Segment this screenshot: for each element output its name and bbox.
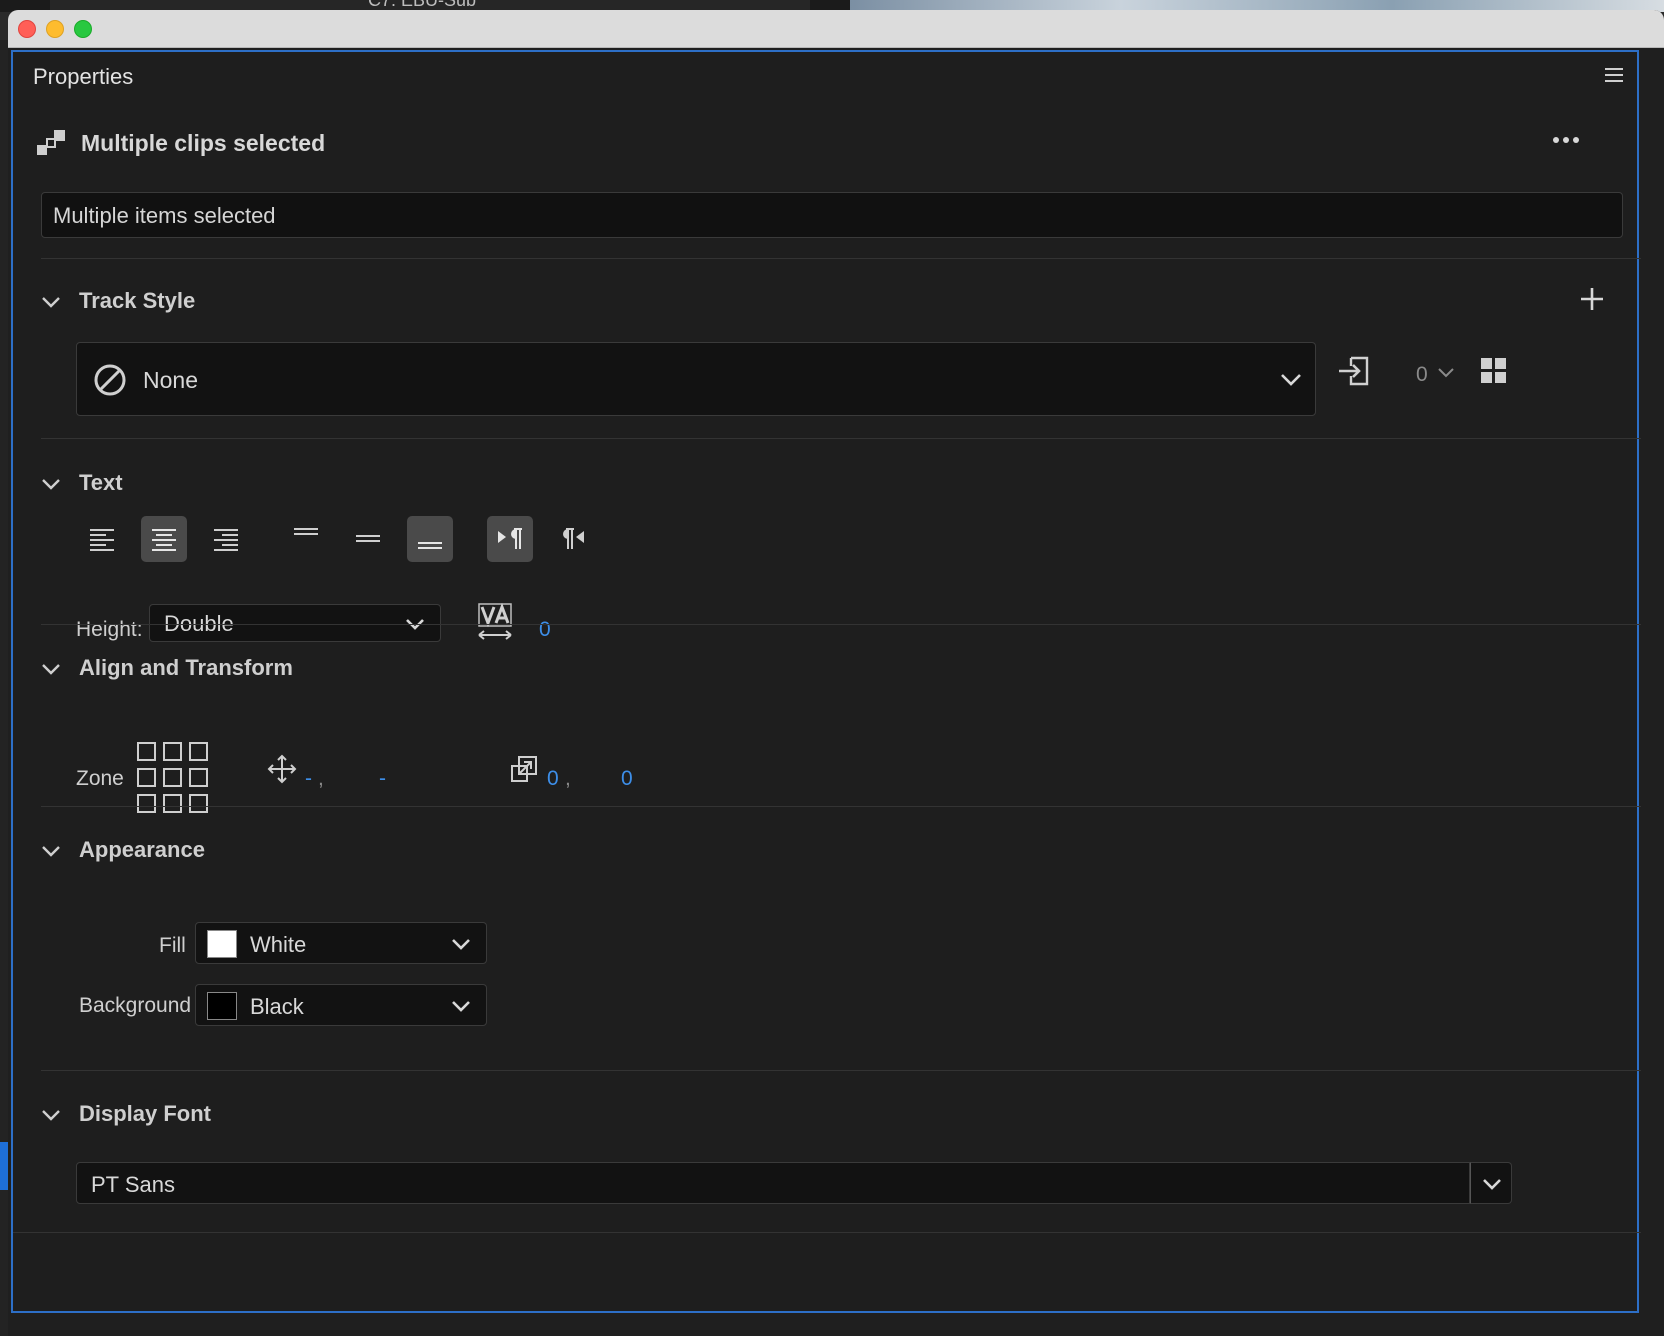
section-title-appearance: Appearance: [79, 837, 205, 862]
section-title-track-style: Track Style: [79, 288, 196, 313]
grid-view-icon[interactable]: [1481, 358, 1507, 384]
background-color-dropdown[interactable]: Black: [195, 984, 487, 1026]
none-icon: [94, 364, 126, 396]
chevron-down-icon[interactable]: [41, 474, 61, 494]
align-left-icon: [90, 529, 114, 551]
zone-middle-right[interactable]: [189, 768, 208, 787]
height-label: Height:: [76, 618, 143, 641]
chevron-down-icon: [1483, 1179, 1501, 1190]
text-alignment-toolbar: [79, 516, 619, 564]
chevron-down-icon[interactable]: [41, 841, 61, 861]
background-color-value: Black: [250, 994, 304, 1019]
display-font-dropdown-button[interactable]: [1470, 1162, 1512, 1204]
divider: [41, 438, 1641, 439]
position-move-icon: [267, 754, 297, 784]
text-section-header: Text: [41, 470, 1631, 500]
chevron-down-icon: [452, 1001, 470, 1012]
vertical-align-top-button[interactable]: [283, 516, 329, 562]
add-track-style-icon[interactable]: [1579, 286, 1605, 312]
display-font-section-header: Display Font: [41, 1101, 1631, 1131]
position-x-value[interactable]: -: [305, 767, 312, 791]
height-dropdown[interactable]: Double: [149, 604, 441, 642]
window-titlebar[interactable]: [8, 10, 1664, 48]
fill-label: Fill: [159, 934, 186, 957]
vertical-align-bottom-button[interactable]: [407, 516, 453, 562]
close-window-button[interactable]: [18, 20, 36, 38]
track-style-value: None: [143, 367, 198, 393]
more-options-icon[interactable]: [1553, 130, 1587, 150]
background-label: Background: [79, 994, 192, 1017]
vertical-align-middle-icon: [356, 535, 380, 542]
align-transform-section-header: Align and Transform: [41, 655, 1631, 685]
display-font-value: PT Sans: [91, 1172, 175, 1197]
divider: [41, 1070, 1641, 1071]
position-separator: ,: [318, 767, 324, 790]
zone-top-center[interactable]: [163, 742, 182, 761]
properties-panel: Properties Multiple clips selected Multi…: [11, 50, 1641, 1313]
divider: [13, 1232, 1641, 1233]
track-style-count[interactable]: 0: [1416, 363, 1428, 387]
minimize-window-button[interactable]: [46, 20, 64, 38]
zone-top-right[interactable]: [189, 742, 208, 761]
properties-window: Properties Multiple clips selected Multi…: [8, 10, 1664, 1336]
text-direction-ltr-icon: [498, 528, 522, 549]
section-title-display-font: Display Font: [79, 1101, 212, 1126]
position-y-value[interactable]: -: [379, 767, 386, 791]
panel-header: Properties: [13, 52, 1637, 102]
text-direction-rtl-button[interactable]: [549, 516, 595, 562]
background-color-swatch: [207, 992, 237, 1020]
maximize-window-button[interactable]: [74, 20, 92, 38]
size-scale-icon: [511, 756, 537, 782]
push-style-icon[interactable]: [1337, 354, 1373, 388]
fill-color-swatch: [207, 930, 237, 958]
text-direction-rtl-icon: [563, 528, 584, 549]
divider: [41, 806, 1641, 807]
display-font-field[interactable]: PT Sans: [76, 1162, 1470, 1204]
vertical-align-middle-button[interactable]: [345, 516, 391, 562]
align-left-button[interactable]: [79, 516, 125, 562]
align-right-button[interactable]: [203, 516, 249, 562]
selection-header: Multiple clips selected: [37, 126, 1607, 162]
chevron-down-icon[interactable]: [41, 292, 61, 312]
track-style-dropdown[interactable]: None: [76, 342, 1316, 416]
zone-label: Zone: [76, 767, 124, 790]
zone-middle-center[interactable]: [163, 768, 182, 787]
chevron-down-icon[interactable]: [41, 1105, 61, 1125]
panel-title: Properties: [33, 64, 134, 89]
chevron-down-icon: [1281, 374, 1301, 386]
fill-color-dropdown[interactable]: White: [195, 922, 487, 964]
size-y-value[interactable]: 0: [621, 767, 633, 791]
tracking-value[interactable]: 0: [539, 618, 551, 642]
vertical-align-bottom-icon: [418, 542, 442, 549]
zone-top-left[interactable]: [137, 742, 156, 761]
zone-bottom-right[interactable]: [189, 794, 208, 813]
chevron-down-icon: [452, 939, 470, 950]
divider: [41, 624, 1641, 625]
multiple-clips-icon: [37, 130, 65, 155]
section-title-text: Text: [79, 470, 123, 495]
zone-bottom-left[interactable]: [137, 794, 156, 813]
zone-middle-left[interactable]: [137, 768, 156, 787]
text-direction-ltr-button[interactable]: [487, 516, 533, 562]
appearance-section-header: Appearance: [41, 837, 1631, 867]
section-title-align-transform: Align and Transform: [79, 655, 293, 680]
vertical-align-top-icon: [294, 528, 318, 535]
selection-title: Multiple clips selected: [81, 130, 326, 156]
align-right-icon: [214, 529, 238, 551]
clip-name-field[interactable]: Multiple items selected: [41, 192, 1623, 238]
zone-grid: [137, 742, 217, 822]
align-center-icon: [152, 529, 176, 551]
zone-bottom-center[interactable]: [163, 794, 182, 813]
fill-color-value: White: [250, 932, 307, 957]
hamburger-menu-icon[interactable]: [1605, 68, 1623, 84]
track-style-section-header: Track Style: [41, 288, 1631, 318]
align-center-button[interactable]: [141, 516, 187, 562]
size-x-value[interactable]: 0: [547, 767, 559, 791]
chevron-down-icon[interactable]: [41, 659, 61, 679]
divider: [41, 258, 1641, 259]
tracking-icon: [478, 602, 512, 640]
size-separator: ,: [565, 767, 571, 790]
chevron-down-icon[interactable]: [1437, 365, 1455, 381]
